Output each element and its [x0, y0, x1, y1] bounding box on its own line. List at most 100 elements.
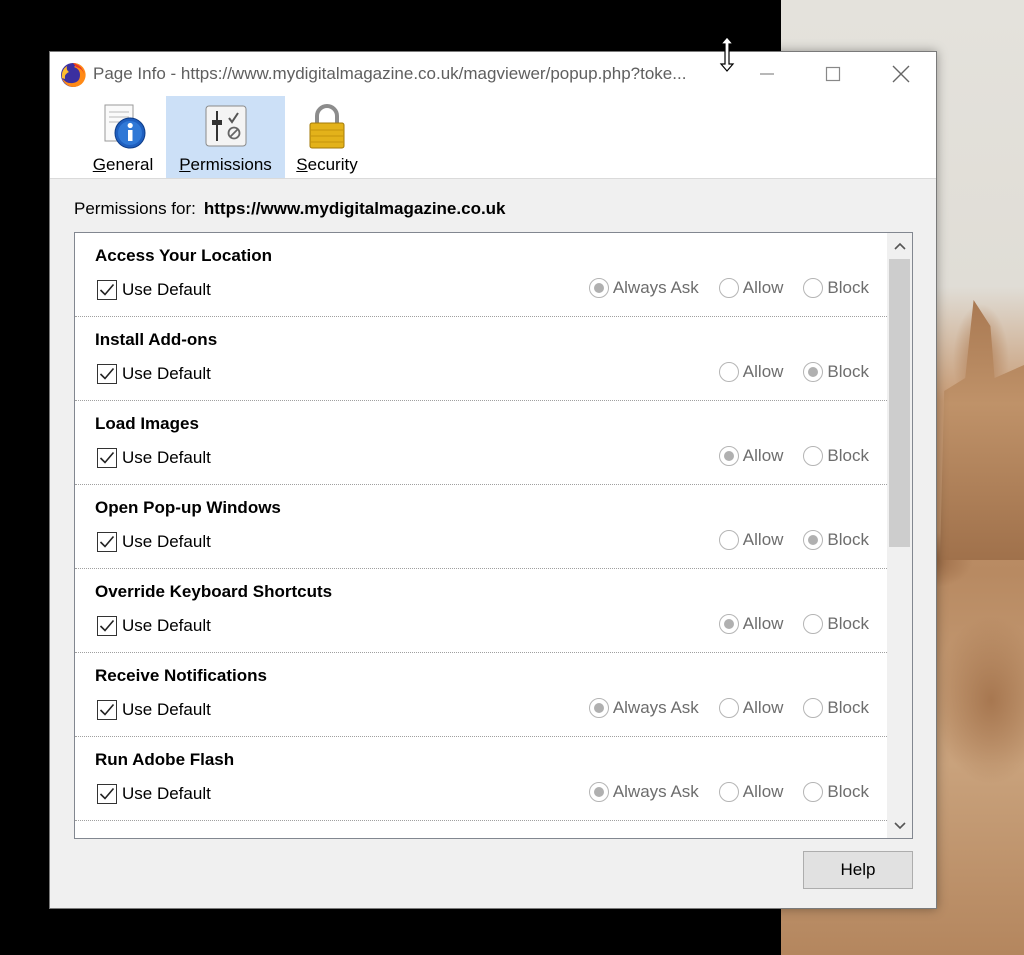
radio-label: Always Ask: [612, 782, 699, 801]
checkbox-box[interactable]: [97, 616, 117, 636]
radio-option-allow[interactable]: Allow: [718, 446, 784, 466]
use-default-checkbox[interactable]: Use Default: [97, 280, 211, 300]
radio-button[interactable]: [803, 530, 824, 550]
resize-cursor-icon: [719, 36, 735, 72]
radio-button[interactable]: [718, 782, 739, 802]
pane-tab-permissions[interactable]: Permissions: [166, 96, 285, 178]
radio-option-block[interactable]: Block: [803, 614, 869, 634]
checkmark-icon: [99, 367, 115, 380]
pane-tab-security[interactable]: Security: [291, 96, 363, 178]
radio-option-block[interactable]: Block: [803, 278, 869, 298]
radio-button[interactable]: [803, 362, 824, 382]
firefox-logo-icon: [61, 62, 86, 87]
vertical-scrollbar[interactable]: [887, 233, 912, 838]
radio-button[interactable]: [718, 278, 739, 298]
checkmark-icon: [99, 535, 115, 548]
permission-row: Access Your Location Use Default Always As…: [75, 233, 887, 317]
page-info-dialog: Page Info - https://www.mydigitalmagazin…: [49, 51, 937, 909]
checkbox-box[interactable]: [97, 532, 117, 552]
checkbox-box[interactable]: [97, 784, 117, 804]
radio-label: Block: [827, 614, 869, 633]
use-default-label: Use Default: [122, 532, 211, 551]
radio-label: Always Ask: [612, 278, 699, 297]
checkbox-box[interactable]: [97, 700, 117, 720]
radio-label: Allow: [742, 530, 784, 549]
radio-option-always-ask[interactable]: Always Ask: [588, 782, 699, 802]
use-default-checkbox[interactable]: Use Default: [97, 700, 211, 720]
checkbox-box[interactable]: [97, 448, 117, 468]
padlock-icon: [309, 104, 345, 149]
radio-label: Block: [827, 446, 869, 465]
radio-option-allow[interactable]: Allow: [718, 782, 783, 802]
permissions-icon: [205, 105, 246, 147]
radio-label: Allow: [742, 446, 784, 465]
checkmark-icon: [99, 703, 115, 716]
close-icon: [892, 65, 910, 83]
permission-options: Always Ask Allow Block: [569, 782, 887, 802]
window-title: Page Info - https://www.mydigitalmagazin…: [93, 64, 687, 83]
use-default-checkbox[interactable]: Use Default: [97, 448, 211, 468]
permission-title: Access Your Location: [95, 246, 272, 265]
radio-option-allow[interactable]: Allow: [718, 530, 784, 550]
permission-options: Allow Block: [699, 362, 887, 382]
radio-option-allow[interactable]: Allow: [718, 362, 783, 382]
use-default-checkbox[interactable]: Use Default: [97, 532, 211, 552]
radio-option-always-ask[interactable]: Always Ask: [588, 278, 699, 298]
info-icon: [104, 104, 146, 149]
close-button[interactable]: [868, 52, 934, 96]
radio-button[interactable]: [718, 614, 739, 634]
help-button[interactable]: Help: [803, 851, 913, 889]
title-bar[interactable]: Page Info - https://www.mydigitalmagazin…: [50, 52, 936, 96]
checkmark-icon: [99, 787, 115, 800]
radio-option-allow[interactable]: Allow: [718, 614, 784, 634]
permissions-host: https://www.mydigitalmagazine.co.uk: [203, 199, 506, 218]
radio-option-block[interactable]: Block: [803, 362, 869, 382]
checkbox-box[interactable]: [97, 280, 117, 300]
minimize-button[interactable]: [734, 52, 800, 96]
use-default-checkbox[interactable]: Use Default: [97, 616, 211, 636]
scroll-down-button[interactable]: [887, 813, 912, 838]
radio-option-always-ask[interactable]: Always Ask: [588, 698, 699, 718]
radio-button[interactable]: [803, 782, 824, 802]
radio-button[interactable]: [718, 530, 739, 550]
radio-button[interactable]: [803, 614, 824, 634]
radio-button[interactable]: [803, 698, 824, 718]
radio-button[interactable]: [718, 446, 739, 466]
radio-button[interactable]: [803, 278, 824, 298]
permission-row: Install Add-ons Use Default Allow Block: [75, 317, 887, 401]
permission-title: Override Keyboard Shortcuts: [95, 582, 333, 601]
radio-option-block[interactable]: Block: [803, 530, 869, 550]
pane-tab-general[interactable]: General: [90, 96, 156, 178]
permissions-list[interactable]: Access Your Location Use Default Always As…: [74, 232, 913, 839]
radio-button[interactable]: [588, 782, 609, 802]
use-default-checkbox[interactable]: Use Default: [97, 784, 211, 804]
radio-option-allow[interactable]: Allow: [718, 278, 783, 298]
maximize-icon: [825, 66, 841, 82]
scrollbar-thumb[interactable]: [889, 259, 910, 547]
chevron-up-icon: [893, 242, 906, 250]
minimize-icon: [760, 73, 774, 75]
permission-title: Open Pop-up Windows: [95, 498, 281, 517]
permission-options: Allow Block: [699, 614, 887, 634]
pane-label-security: Security: [296, 155, 358, 174]
use-default-label: Use Default: [122, 448, 211, 467]
radio-label: Allow: [742, 614, 784, 633]
radio-option-allow[interactable]: Allow: [718, 698, 783, 718]
radio-button[interactable]: [803, 446, 824, 466]
radio-button[interactable]: [588, 278, 609, 298]
radio-button[interactable]: [588, 698, 609, 718]
checkbox-box[interactable]: [97, 364, 117, 384]
radio-label: Block: [827, 362, 869, 381]
use-default-label: Use Default: [122, 280, 211, 299]
scroll-up-button[interactable]: [887, 233, 912, 258]
radio-label: Block: [827, 278, 869, 297]
radio-button[interactable]: [718, 698, 739, 718]
maximize-button[interactable]: [800, 52, 866, 96]
radio-option-block[interactable]: Block: [803, 698, 869, 718]
permission-title: Load Images: [95, 414, 199, 433]
use-default-checkbox[interactable]: Use Default: [97, 364, 211, 384]
radio-button[interactable]: [718, 362, 739, 382]
radio-option-block[interactable]: Block: [803, 446, 869, 466]
radio-label: Block: [827, 698, 869, 717]
radio-option-block[interactable]: Block: [803, 782, 869, 802]
